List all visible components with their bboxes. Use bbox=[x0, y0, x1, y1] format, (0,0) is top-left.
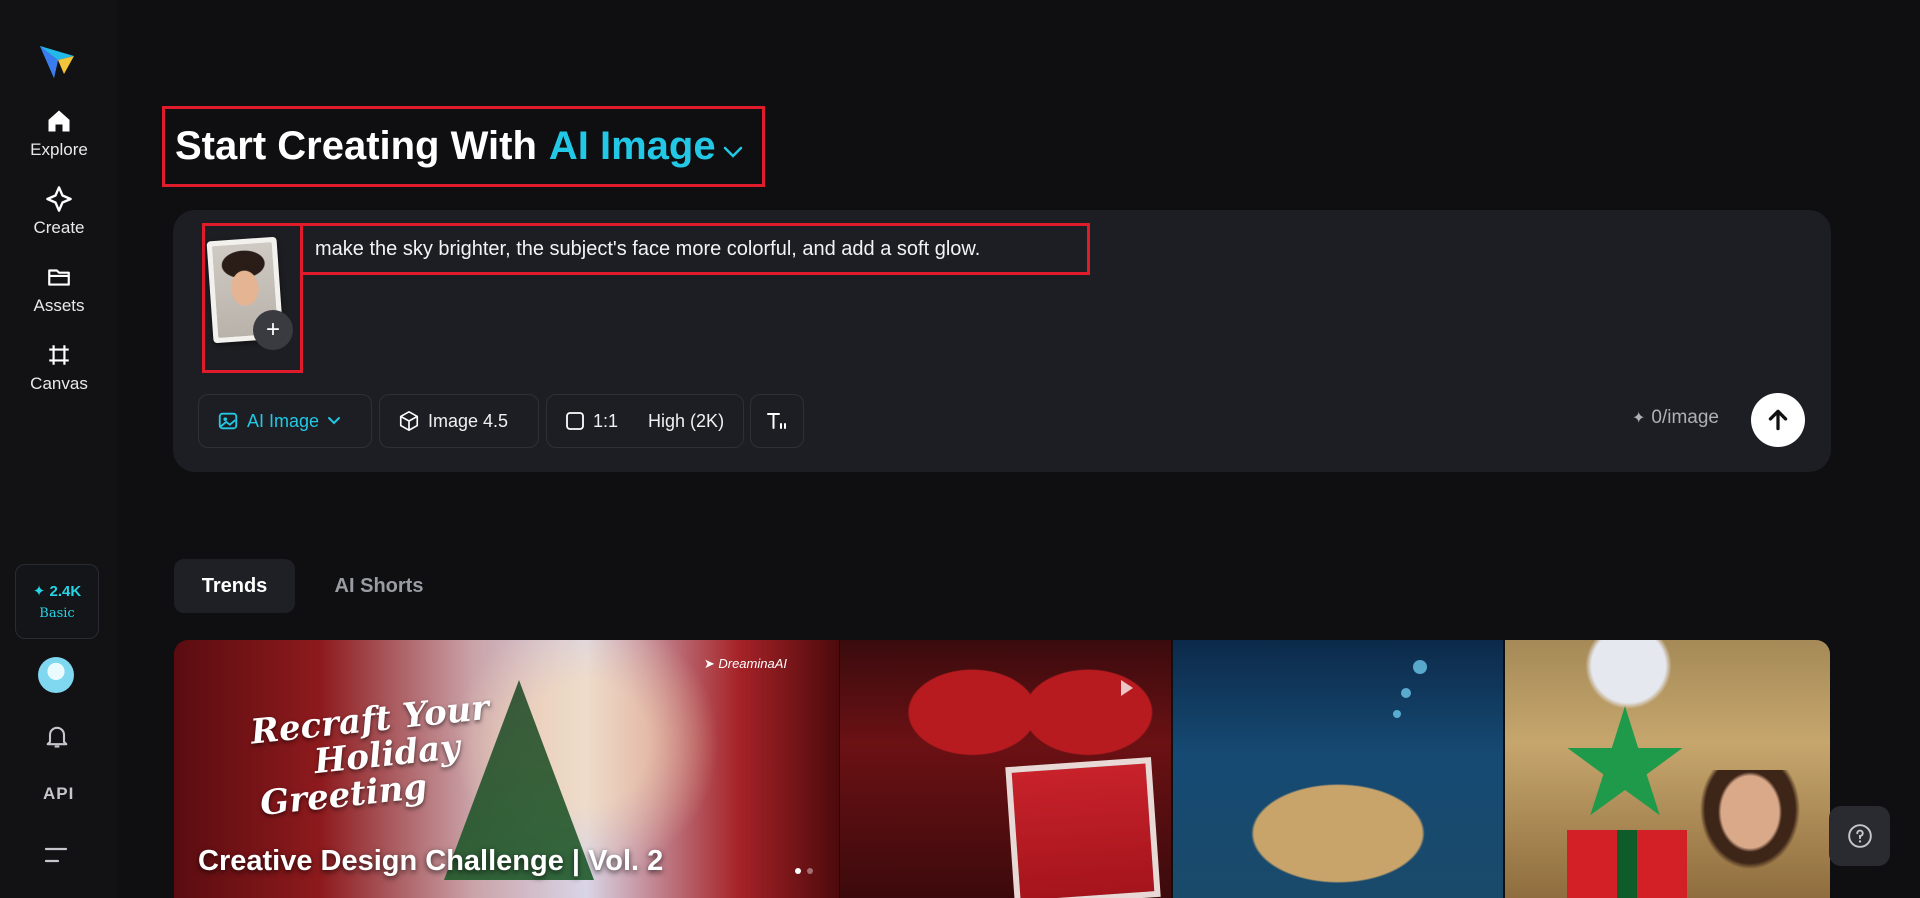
app-root: Explore Create Assets Canvas ✦ 2.4K Basi… bbox=[0, 0, 1920, 898]
cost-indicator: ✦ 0/image bbox=[1632, 407, 1719, 429]
nav-canvas[interactable]: Canvas bbox=[0, 332, 118, 402]
text-style-button[interactable] bbox=[750, 394, 804, 448]
nav-assets[interactable]: Assets bbox=[0, 254, 118, 324]
credits-amount: ✦ 2.4K bbox=[32, 583, 82, 600]
ratio-quality-selector[interactable]: 1:1 High (2K) bbox=[546, 394, 744, 448]
christmas-card-art bbox=[1005, 757, 1161, 898]
cube-icon bbox=[399, 411, 419, 431]
tab-ai-shorts[interactable]: AI Shorts bbox=[318, 559, 440, 613]
generation-mode-label: AI Image bbox=[247, 410, 320, 431]
nav-explore[interactable]: Explore bbox=[0, 98, 118, 168]
page-title: Start Creating With AI Image bbox=[175, 124, 716, 169]
page-title-prefix: Start Creating With bbox=[175, 124, 537, 168]
nav-canvas-label: Canvas bbox=[30, 374, 88, 393]
gallery-card-underwater[interactable] bbox=[1173, 640, 1503, 898]
square-ratio-icon bbox=[566, 412, 584, 430]
play-icon bbox=[1121, 680, 1133, 696]
carousel-dot[interactable] bbox=[807, 868, 813, 874]
question-icon bbox=[1847, 824, 1872, 848]
mode-selector[interactable]: AI Image bbox=[549, 124, 716, 168]
person-art bbox=[1695, 770, 1805, 898]
heading-highlight: Start Creating With AI Image bbox=[162, 106, 765, 187]
generation-mode-dropdown[interactable]: AI Image bbox=[198, 394, 372, 448]
avatar[interactable] bbox=[38, 657, 74, 693]
star-balloon-art bbox=[1567, 706, 1683, 816]
folder-icon bbox=[44, 262, 74, 292]
cost-label: 0/image bbox=[1651, 407, 1720, 428]
bell-icon[interactable] bbox=[43, 722, 71, 750]
grid-frame-icon bbox=[44, 340, 74, 370]
sidebar: Explore Create Assets Canvas ✦ 2.4K Basi… bbox=[0, 0, 118, 898]
nav-create[interactable]: Create bbox=[0, 176, 118, 246]
brand-watermark: ➤ DreaminaAI bbox=[703, 656, 787, 671]
nav-explore-label: Explore bbox=[30, 140, 88, 159]
sparkle-icon: ✦ bbox=[1632, 410, 1646, 427]
sparkle-diamond-icon bbox=[44, 184, 74, 214]
gallery-card-gift[interactable] bbox=[1505, 640, 1830, 898]
credits-badge[interactable]: ✦ 2.4K Basic bbox=[15, 564, 99, 639]
carousel-dots[interactable] bbox=[795, 868, 813, 874]
image-icon bbox=[218, 412, 238, 430]
tab-trends[interactable]: Trends bbox=[174, 559, 295, 613]
prompt-input[interactable]: make the sky brighter, the subject's fac… bbox=[300, 223, 1090, 275]
model-label: Image 4.5 bbox=[428, 410, 509, 431]
ratio-label: 1:1 bbox=[593, 410, 619, 431]
menu-icon[interactable] bbox=[44, 845, 68, 865]
featured-headline: Recraft Your Holiday Greeting bbox=[249, 688, 498, 824]
generate-button[interactable] bbox=[1751, 393, 1805, 447]
arrow-up-icon bbox=[1768, 409, 1788, 431]
bubble-art bbox=[1401, 688, 1411, 698]
featured-title: Creative Design Challenge | Vol. 2 bbox=[198, 845, 664, 877]
help-button[interactable] bbox=[1829, 806, 1890, 866]
nav-create-label: Create bbox=[33, 218, 85, 237]
home-icon bbox=[44, 106, 74, 136]
chevron-down-icon[interactable] bbox=[722, 145, 744, 159]
bubble-art bbox=[1413, 660, 1427, 674]
plan-label: Basic bbox=[39, 606, 75, 621]
text-format-icon bbox=[767, 413, 786, 429]
dreamina-logo-icon[interactable] bbox=[36, 40, 78, 82]
gallery-card-bow[interactable] bbox=[840, 640, 1171, 898]
gift-ribbon-art bbox=[1617, 830, 1637, 898]
chevron-down-icon bbox=[328, 417, 341, 425]
nav-assets-label: Assets bbox=[33, 296, 85, 315]
add-reference-button[interactable]: + bbox=[253, 310, 293, 350]
carousel-dot[interactable] bbox=[795, 868, 801, 874]
bubble-art bbox=[1393, 710, 1401, 718]
api-link[interactable]: API bbox=[43, 784, 74, 804]
quality-label: High (2K) bbox=[648, 410, 725, 431]
model-selector[interactable]: Image 4.5 bbox=[379, 394, 539, 448]
gallery-card-featured[interactable]: Recraft Your Holiday Greeting ➤ Dreamina… bbox=[174, 640, 839, 898]
prompt-text: make the sky brighter, the subject's fac… bbox=[315, 237, 981, 260]
